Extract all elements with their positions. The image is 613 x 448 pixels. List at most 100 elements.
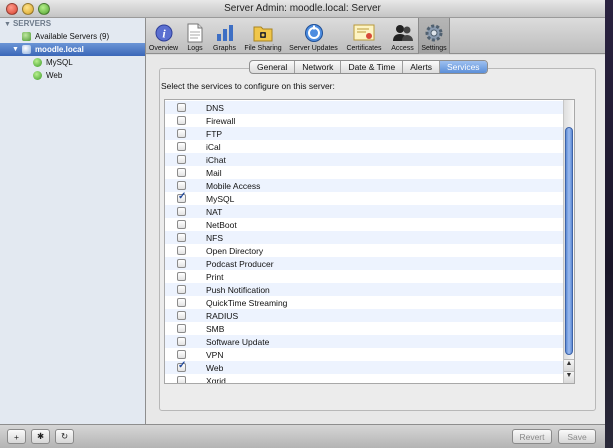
- service-row-vpn[interactable]: VPN: [165, 348, 563, 361]
- service-label: SMB: [206, 323, 225, 334]
- scroll-up-arrow-icon[interactable]: ▲: [564, 359, 574, 371]
- toolbar-overview-button[interactable]: i Overview: [146, 18, 181, 54]
- service-checkbox[interactable]: [177, 207, 186, 216]
- toolbar-file-sharing-button[interactable]: File Sharing: [240, 18, 286, 54]
- service-row-mail[interactable]: Mail: [165, 166, 563, 179]
- service-checkbox[interactable]: [177, 220, 186, 229]
- service-row-dns[interactable]: DNS: [165, 101, 563, 114]
- service-label: DNS: [206, 102, 224, 113]
- service-row-smb[interactable]: SMB: [165, 322, 563, 335]
- sidebar-item-web[interactable]: Web: [0, 69, 145, 82]
- disclosure-triangle-icon[interactable]: ▼: [12, 46, 19, 53]
- service-label: Software Update: [206, 336, 270, 347]
- server-admin-window: Server Admin: moodle.local: Server ▼ SERV…: [0, 0, 605, 448]
- service-checkbox[interactable]: [177, 129, 186, 138]
- service-checkbox[interactable]: [177, 155, 186, 164]
- server-group-icon: [22, 32, 31, 41]
- service-checkbox[interactable]: [177, 142, 186, 151]
- revert-button[interactable]: Revert: [512, 429, 552, 444]
- service-checkbox[interactable]: [177, 311, 186, 320]
- service-row-ical[interactable]: iCal: [165, 140, 563, 153]
- service-row-netboot[interactable]: NetBoot: [165, 218, 563, 231]
- add-server-button[interactable]: +: [7, 429, 26, 444]
- service-row-ichat[interactable]: iChat: [165, 153, 563, 166]
- service-checkbox[interactable]: [177, 360, 186, 372]
- service-label: Open Directory: [206, 245, 264, 256]
- toolbar-certificates-button[interactable]: Certificates: [341, 18, 387, 54]
- service-row-mobile-access[interactable]: Mobile Access: [165, 179, 563, 192]
- certificate-icon: [353, 23, 375, 43]
- service-row-web[interactable]: Web: [165, 360, 563, 374]
- toolbar-graphs-button[interactable]: Graphs: [209, 18, 240, 54]
- service-checkbox[interactable]: [177, 272, 186, 281]
- service-checkbox[interactable]: [177, 246, 186, 255]
- disclosure-triangle-icon[interactable]: ▼: [4, 21, 11, 28]
- service-row-ftp[interactable]: FTP: [165, 127, 563, 140]
- tab-network[interactable]: Network: [295, 61, 342, 73]
- action-menu-button[interactable]: ✱: [31, 429, 50, 444]
- service-checkbox[interactable]: [177, 376, 186, 383]
- service-row-nfs[interactable]: NFS: [165, 231, 563, 244]
- service-label: Web: [206, 362, 224, 373]
- sidebar-servers-header[interactable]: ▼ SERVERS: [4, 19, 51, 28]
- tab-alerts[interactable]: Alerts: [403, 61, 440, 73]
- service-checkbox[interactable]: [177, 298, 186, 307]
- sidebar-item-available-servers[interactable]: Available Servers (9): [0, 30, 145, 43]
- service-checkbox[interactable]: [177, 350, 186, 359]
- sidebar-item-label: MySQL: [46, 58, 73, 67]
- service-row-print[interactable]: Print: [165, 270, 563, 283]
- service-running-icon: [33, 71, 42, 80]
- service-checkbox[interactable]: [177, 181, 186, 190]
- services-list: DNS Firewall FTP iCal iChat Mail Mobile Access…: [164, 99, 575, 384]
- tab-general[interactable]: General: [250, 61, 296, 73]
- toolbar-logs-button[interactable]: Logs: [181, 18, 209, 54]
- toolbar-settings-button[interactable]: Settings: [418, 18, 450, 54]
- service-row-open-directory[interactable]: Open Directory: [165, 244, 563, 257]
- document-icon: [184, 23, 206, 43]
- refresh-button[interactable]: ↻: [55, 429, 74, 444]
- save-button[interactable]: Save: [558, 429, 596, 444]
- services-instructions: Select the services to configure on this…: [161, 81, 335, 91]
- service-checkbox[interactable]: [177, 259, 186, 268]
- service-checkbox[interactable]: [177, 191, 186, 203]
- service-row-push-notification[interactable]: Push Notification: [165, 283, 563, 296]
- software-update-icon: [303, 23, 325, 43]
- service-row-podcast-producer[interactable]: Podcast Producer: [165, 257, 563, 270]
- service-row-software-update[interactable]: Software Update: [165, 335, 563, 348]
- server-icon: [21, 45, 31, 54]
- service-label: Print: [206, 271, 224, 282]
- file-sharing-icon: [252, 23, 274, 43]
- service-row-mysql[interactable]: MySQL: [165, 191, 563, 205]
- info-icon: i: [153, 23, 175, 43]
- sidebar-item-label: Available Servers (9): [35, 32, 110, 41]
- service-checkbox[interactable]: [177, 285, 186, 294]
- service-row-nat[interactable]: NAT: [165, 205, 563, 218]
- service-row-firewall[interactable]: Firewall: [165, 114, 563, 127]
- service-checkbox[interactable]: [177, 103, 186, 112]
- window-title: Server Admin: moodle.local: Server: [224, 3, 381, 14]
- service-checkbox[interactable]: [177, 324, 186, 333]
- toolbar-server-updates-button[interactable]: Server Updates: [286, 18, 341, 54]
- service-row-xgrid[interactable]: Xgrid: [165, 374, 563, 383]
- tab-date-time[interactable]: Date & Time: [341, 61, 404, 73]
- service-row-radius[interactable]: RADIUS: [165, 309, 563, 322]
- service-label: Push Notification: [206, 284, 270, 295]
- service-checkbox[interactable]: [177, 168, 186, 177]
- service-running-icon: [33, 58, 42, 67]
- settings-tabs: General Network Date & Time Alerts Servi…: [249, 60, 488, 74]
- services-scrollbar[interactable]: ▲ ▼: [563, 100, 574, 383]
- service-checkbox[interactable]: [177, 233, 186, 242]
- toolbar: i Overview Logs Graphs File Sharing Serv…: [146, 18, 605, 54]
- service-row-quicktime-streaming[interactable]: QuickTime Streaming: [165, 296, 563, 309]
- title-bar: Server Admin: moodle.local: Server: [0, 0, 605, 18]
- scrollbar-thumb[interactable]: [565, 127, 573, 355]
- scroll-down-arrow-icon[interactable]: ▼: [564, 371, 574, 383]
- sidebar-item-server[interactable]: ▼ moodle.local: [0, 43, 145, 56]
- service-checkbox[interactable]: [177, 337, 186, 346]
- tab-services[interactable]: Services: [439, 61, 487, 73]
- toolbar-access-button[interactable]: Access: [387, 18, 418, 54]
- bottom-bar: + ✱ ↻ Revert Save: [0, 424, 605, 448]
- sidebar-item-mysql[interactable]: MySQL: [0, 56, 145, 69]
- sidebar-item-label: Web: [46, 71, 63, 80]
- service-checkbox[interactable]: [177, 116, 186, 125]
